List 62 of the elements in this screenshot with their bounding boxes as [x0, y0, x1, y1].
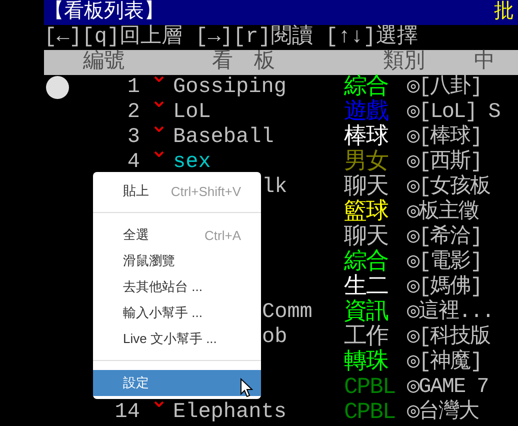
column-heading: 類別 — [383, 50, 426, 74]
board-category: 聊天 — [344, 225, 389, 250]
board-description: ◎[電影] — [407, 250, 482, 275]
board-category: 轉珠 — [344, 350, 389, 375]
board-name: lk — [262, 176, 288, 199]
board-category: 遊戲 — [344, 100, 390, 125]
column-heading: 編號 — [82, 50, 126, 75]
board-description: ◎台灣大 — [407, 400, 479, 425]
board-number: 2 — [126, 100, 140, 125]
board-number: 1 — [126, 75, 140, 100]
board-category: 聊天 — [344, 175, 388, 200]
board-name: Gossiping — [173, 76, 286, 99]
board-category: 綜合 — [344, 75, 388, 100]
menu-item[interactable]: 全選 Ctrl+A — [93, 222, 261, 248]
board-number: 14 — [114, 400, 140, 425]
board-description: ◎[女孩板 — [407, 175, 490, 199]
board-description: ◎GAME 7 — [407, 375, 488, 400]
mark-icon — [154, 76, 164, 82]
shortcut-text: Ctrl+Shift+V — [170, 184, 241, 198]
mark-icon — [154, 126, 164, 132]
menu-item[interactable]: 去其他站台 ... — [93, 274, 261, 300]
mark-icon — [154, 401, 164, 407]
menu-item[interactable]: 設定 — [93, 370, 261, 396]
board-description: ◎[科技版 — [407, 325, 490, 349]
mark-icon — [154, 101, 164, 107]
board-number: 4 — [126, 150, 140, 175]
board-description: ◎[希洽] — [407, 225, 482, 250]
board-category: CPBL — [344, 400, 396, 425]
board-category: 男女 — [344, 150, 389, 175]
menu-item[interactable]: 貼上 Ctrl+Shift+V — [93, 178, 261, 204]
menu-item[interactable]: 滑鼠瀏覽 — [93, 248, 261, 274]
board-name: sex — [173, 151, 211, 174]
shortcut-text: Ctrl+A — [204, 228, 241, 242]
board-description: ◎[棒球] — [407, 125, 482, 150]
board-category: 籃球 — [344, 200, 390, 225]
board-name: Comm — [262, 301, 312, 324]
mark-icon — [154, 151, 164, 157]
board-category: 工作 — [344, 325, 390, 350]
board-description: ◎這裡... — [407, 300, 494, 324]
board-description: ◎[八卦] — [407, 75, 482, 100]
column-heading: 看 板 — [212, 50, 276, 75]
board-name: ob — [262, 326, 288, 349]
board-description: ◎[西斯] — [407, 150, 482, 174]
board-name: Elephants — [173, 401, 286, 424]
board-description: ◎[媽佛] — [407, 275, 482, 299]
board-category: 生二 — [344, 275, 389, 300]
board-category: CPBL — [344, 375, 396, 400]
board-category: 綜合 — [344, 250, 389, 275]
board-description: ◎[神魔] — [407, 350, 482, 375]
column-heading: 中 — [474, 50, 496, 75]
board-name: LoL — [173, 101, 211, 124]
board-category: 資訊 — [344, 300, 388, 325]
board-description: ◎板主徵 — [407, 200, 479, 224]
site-name: 批 — [494, 0, 515, 25]
title-text: 【看板列表】 — [44, 0, 164, 24]
board-name: Baseball — [173, 126, 274, 149]
board-description: ◎[LoL] S — [407, 100, 500, 124]
help-line: [←][q]回上層 [→][r]閱讀 [↑↓]選擇 — [44, 25, 418, 50]
menu-item[interactable]: Live 文小幫手 ... — [93, 326, 261, 352]
menu-item[interactable]: 輸入小幫手 ... — [93, 300, 261, 326]
board-number: 3 — [126, 125, 140, 150]
board-category: 棒球 — [344, 125, 390, 150]
